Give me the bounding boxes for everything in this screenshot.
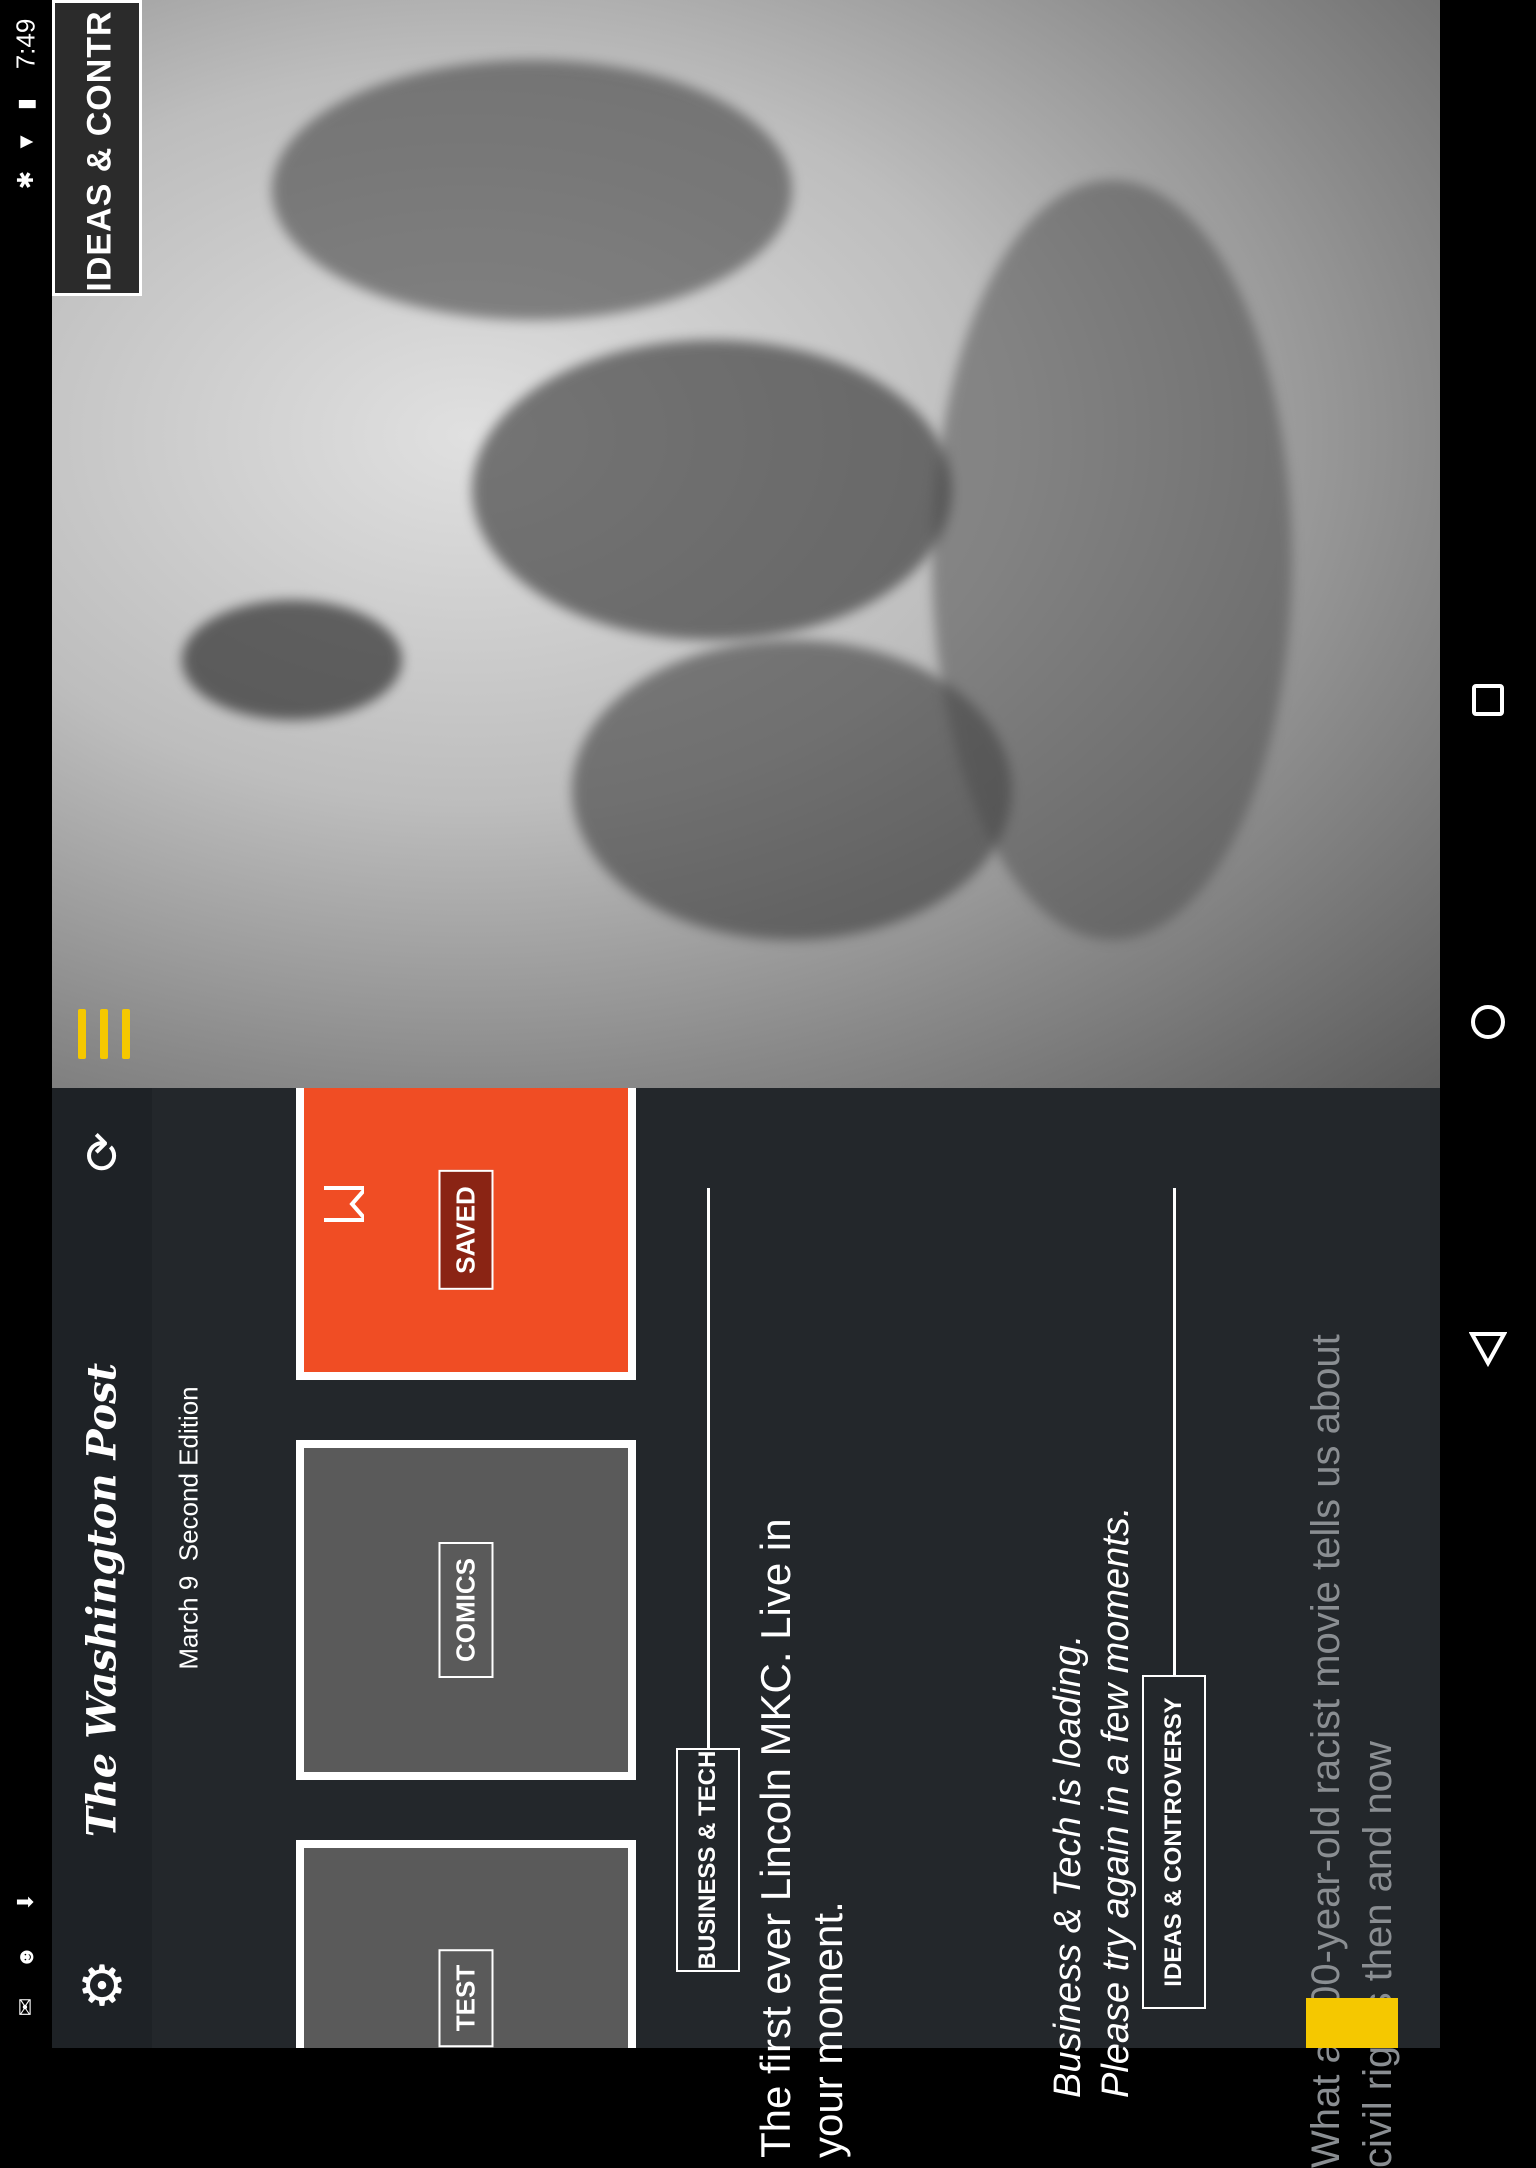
menu-icon[interactable] [76,1005,132,1061]
loading-line-2: Please try again in a few moments. [1095,1506,1137,2098]
edition-name: Second Edition [173,1386,204,1562]
section-business-tech-label: BUSINESS & TECH [694,1750,721,1970]
gear-icon[interactable]: ⚙ [74,1958,130,2014]
divider-line [1173,1188,1176,1675]
yellow-accent-bar [1306,1998,1398,2048]
tile-test[interactable]: TEST [296,1840,636,2048]
back-icon[interactable] [1462,1322,1514,1374]
loading-line-1: Business & Tech is loading. [1047,1634,1089,2098]
bluetooth-icon: ✱ [13,170,38,190]
tile-comics[interactable]: COMICS [296,1440,636,1780]
logo: The Washington Post [78,1362,126,1838]
content-panel: The Washington Post March 9 Second Editi… [52,1088,1440,2168]
loading-message: Business & Tech is loading. Please try a… [1044,1478,1140,2098]
section-ideas-controversy-label: IDEAS & CONTROVERSY [1160,1697,1187,1987]
tile-saved-label: SAVED [438,1170,494,1290]
wifi-icon: ▼ [13,131,38,153]
section-ideas-controversy[interactable]: IDEAS & CONTROVERSY [1142,1675,1206,2009]
mail-icon: ✉ [13,1997,38,2017]
home-icon[interactable] [1462,996,1514,1048]
divider-line [707,1188,710,1748]
hero-section-tag-label: IDEAS & CONTR [80,10,119,292]
recents-icon[interactable] [1462,674,1514,726]
tile-comics-label: COMICS [438,1542,494,1678]
download-icon: ⬇ [13,1892,38,1912]
tile-saved[interactable]: SAVED [296,1088,636,1380]
edition-date: March 9 [173,1575,204,1670]
android-icon: ☻ [13,1945,38,1969]
ad-headline[interactable]: The first ever Lincoln MKC. Live in your… [750,1458,854,2158]
battery-icon: ▮ [13,97,38,111]
edition-label: March 9 Second Edition [174,1386,205,1669]
bookmark-icon [324,1186,364,1222]
hero-section-tag[interactable]: IDEAS & CONTR [52,0,142,296]
tile-test-label: TEST [438,1948,494,2048]
status-time: 7:49 [10,18,41,70]
section-business-tech[interactable]: BUSINESS & TECH [676,1748,740,1972]
hero-photo[interactable]: IDEAS & CONTR [52,0,1440,1088]
status-bar: 7:49 ▮ ▼ ✱ ⬇ ☻ ✉ [0,0,52,2048]
refresh-icon[interactable]: ⟳ [77,1126,130,1178]
